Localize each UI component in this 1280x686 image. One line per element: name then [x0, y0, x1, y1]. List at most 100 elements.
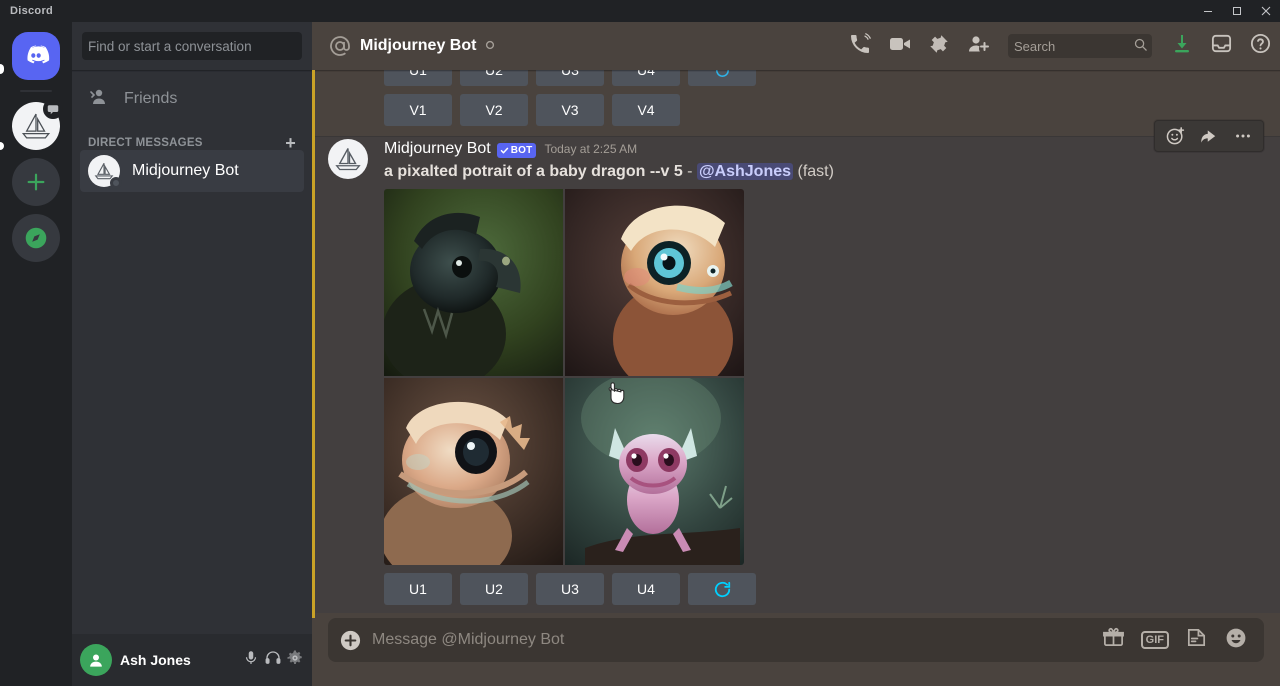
minimize-button[interactable]	[1193, 0, 1222, 22]
rail-divider	[20, 90, 52, 92]
inbox-icon[interactable]	[1210, 32, 1233, 60]
dm-search-wrap: Find or start a conversation	[72, 22, 312, 70]
user-panel: Ash Jones	[72, 634, 312, 686]
search-input[interactable]: Search	[1008, 34, 1152, 58]
message-header: Midjourney Bot BOT Today at 2:25 AM	[384, 138, 1232, 160]
rail-unread-pill	[0, 142, 4, 150]
upscale-button-u1[interactable]: U1	[384, 70, 452, 86]
refresh-icon	[714, 581, 730, 597]
friends-icon	[88, 85, 112, 114]
status-badge	[110, 177, 122, 189]
rail-item-home[interactable]	[12, 32, 60, 80]
accent-line	[312, 70, 315, 618]
sticker-icon[interactable]	[1185, 626, 1208, 654]
variation-button-v4[interactable]: V4	[612, 94, 680, 126]
bot-badge-label: BOT	[510, 144, 533, 156]
message-composer[interactable]: Message @Midjourney Bot GIF	[328, 618, 1264, 662]
rail-item-midjourney[interactable]	[12, 99, 63, 150]
message-prompt: a pixalted potrait of a baby dragon --v …	[384, 163, 683, 180]
message-block: Midjourney Bot BOT Today at 2:25 AM a pi…	[312, 120, 1280, 613]
message-scroller[interactable]: U1 U2 U3 U4 V1 V2 V3 V4 Midjourney Bot B…	[312, 70, 1280, 618]
variation-button-v2[interactable]: V2	[460, 94, 528, 126]
reply-icon[interactable]	[1193, 122, 1225, 150]
more-options-icon[interactable]	[1227, 122, 1259, 150]
variation-button-v1[interactable]: V1	[384, 94, 452, 126]
discord-icon	[27, 45, 50, 64]
image-cell-3[interactable]	[384, 378, 563, 565]
discord-window: Discord Find or start a conversation Fri…	[0, 0, 1280, 686]
message-separator: -	[687, 163, 693, 180]
upscale-button-u3[interactable]: U3	[536, 573, 604, 605]
chat-main: Midjourney Bot Search U1 U2 U3 U4 V1 V2 …	[312, 22, 1280, 686]
dm-badge	[43, 99, 63, 119]
variation-button-row-previous: V1 V2 V3 V4	[384, 94, 1280, 126]
app-brand-label: Discord	[10, 5, 54, 17]
gift-icon[interactable]	[1102, 626, 1125, 654]
upscale-button-u2[interactable]: U2	[460, 573, 528, 605]
image-grid[interactable]	[384, 189, 744, 565]
upscale-button-u3[interactable]: U3	[536, 70, 604, 86]
variation-button-v3[interactable]: V3	[536, 94, 604, 126]
title-bar: Discord	[0, 0, 1280, 22]
reroll-button-previous[interactable]	[688, 70, 756, 86]
add-attachment-button[interactable]	[328, 618, 372, 662]
dm-name-label: Midjourney Bot	[132, 162, 239, 179]
reroll-button[interactable]	[688, 573, 756, 605]
current-user-name: Ash Jones	[120, 652, 191, 668]
user-panel-icons	[242, 649, 304, 672]
upscale-button-u4[interactable]: U4	[612, 573, 680, 605]
add-reaction-icon[interactable]	[1159, 122, 1191, 150]
channel-header-actions: Search	[848, 32, 1272, 61]
window-controls	[1193, 0, 1280, 22]
message-timestamp: Today at 2:25 AM	[544, 142, 638, 156]
dm-list: Friends DIRECT MESSAGES + Midjourney Bot	[72, 70, 312, 634]
close-button[interactable]	[1251, 0, 1280, 22]
mention-ashjones[interactable]: @AshJones	[696, 163, 794, 180]
upscale-button-u1[interactable]: U1	[384, 573, 452, 605]
video-icon[interactable]	[888, 32, 912, 61]
composer-wrap: Message @Midjourney Bot GIF	[312, 618, 1280, 686]
headphones-icon[interactable]	[264, 649, 282, 672]
upscale-button-u2[interactable]: U2	[460, 70, 528, 86]
rail-item-explore[interactable]	[12, 214, 60, 262]
image-cell-1[interactable]	[384, 189, 563, 376]
search-placeholder: Search	[1014, 38, 1056, 54]
maximize-button[interactable]	[1222, 0, 1251, 22]
page-title: Midjourney Bot	[360, 37, 477, 54]
microphone-icon[interactable]	[242, 649, 260, 672]
emoji-icon[interactable]	[1224, 626, 1248, 655]
avatar[interactable]	[328, 139, 368, 179]
dm-search-placeholder: Find or start a conversation	[88, 38, 252, 54]
inbox-download-icon[interactable]	[1170, 32, 1194, 61]
image-cell-2[interactable]	[565, 189, 744, 376]
sidebar-item-midjourney-bot[interactable]: Midjourney Bot	[80, 150, 304, 192]
avatar[interactable]	[80, 644, 112, 676]
dm-search-input[interactable]: Find or start a conversation	[82, 32, 302, 60]
status-dot-icon	[485, 37, 495, 55]
image-cell-4[interactable]	[565, 378, 744, 565]
gif-label: GIF	[1145, 634, 1164, 646]
server-rail	[0, 22, 72, 686]
channel-header: Midjourney Bot Search	[312, 22, 1280, 70]
call-icon[interactable]	[848, 32, 872, 61]
previous-message-buttons: U1 U2 U3 U4 V1 V2 V3 V4	[312, 70, 1280, 136]
gif-icon[interactable]: GIF	[1140, 631, 1169, 649]
at-icon	[328, 34, 352, 58]
message-author[interactable]: Midjourney Bot	[384, 138, 491, 160]
dm-sidebar: Find or start a conversation Friends DIR…	[72, 22, 312, 686]
help-icon[interactable]	[1249, 32, 1272, 60]
sidebar-item-friends[interactable]: Friends	[80, 78, 304, 120]
create-dm-button[interactable]: +	[285, 134, 296, 152]
message-hover-toolbar	[1154, 120, 1264, 152]
direct-messages-label: DIRECT MESSAGES	[88, 137, 203, 149]
rail-item-add-server[interactable]	[12, 158, 60, 206]
friends-label: Friends	[124, 90, 178, 107]
gear-icon[interactable]	[286, 649, 304, 672]
message-mode: (fast)	[797, 163, 834, 180]
message-input-placeholder: Message @Midjourney Bot	[372, 631, 565, 648]
plus-circle-icon	[340, 630, 360, 650]
pin-icon[interactable]	[928, 33, 950, 60]
upscale-button-u4[interactable]: U4	[612, 70, 680, 86]
add-friend-icon[interactable]	[966, 32, 990, 61]
bot-badge: BOT	[496, 142, 537, 158]
